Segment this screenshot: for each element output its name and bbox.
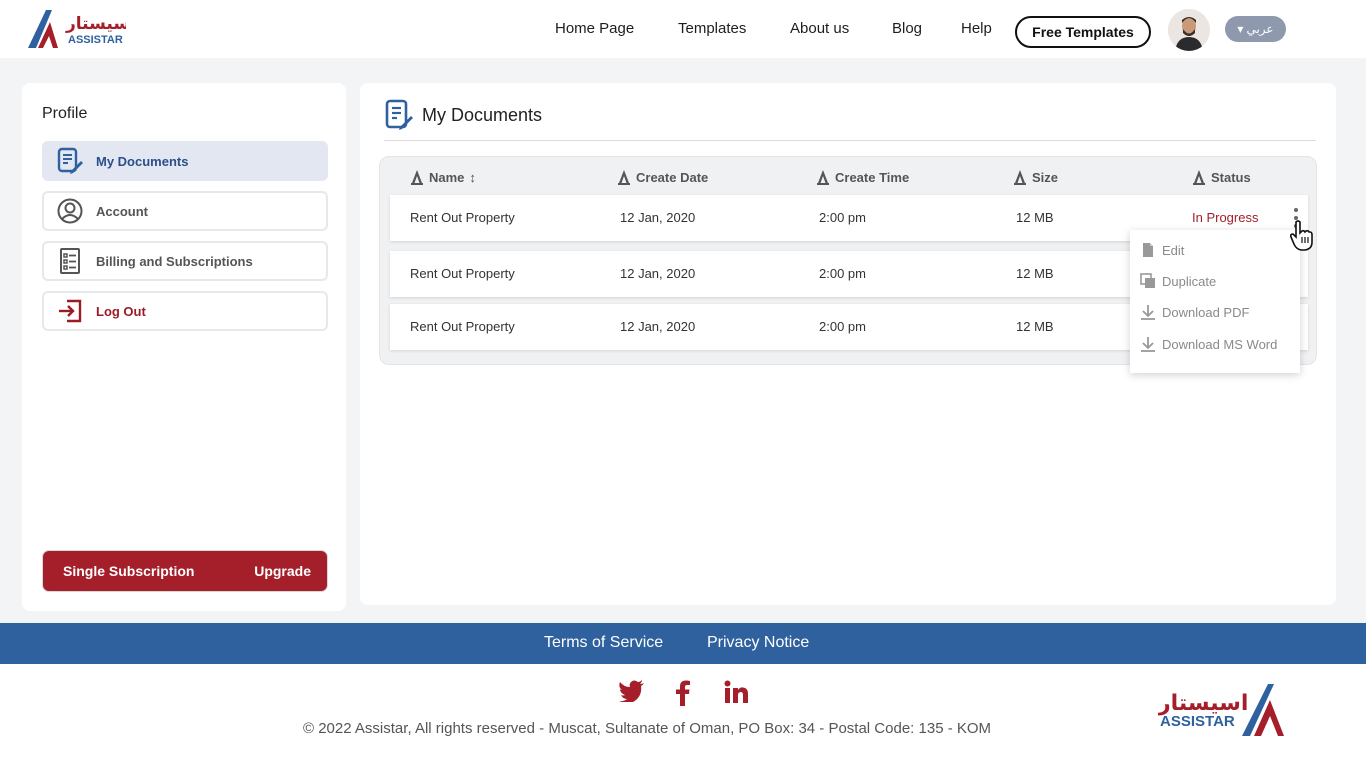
- page-title: My Documents: [384, 99, 542, 131]
- row-context-menu: Edit Duplicate Download PDF Download MS …: [1130, 230, 1300, 373]
- checklist-icon: [60, 248, 80, 274]
- menu-item-duplicate[interactable]: Duplicate: [1140, 269, 1296, 293]
- language-label: عربي: [1246, 22, 1274, 36]
- cell-date: 12 Jan, 2020: [620, 266, 696, 281]
- nav-about[interactable]: About us: [790, 20, 849, 37]
- privacy-link[interactable]: Privacy Notice: [707, 634, 809, 652]
- avatar[interactable]: [1168, 9, 1210, 51]
- sidebar-item-billing[interactable]: Billing and Subscriptions: [42, 241, 328, 281]
- cell-name: Rent Out Property: [410, 319, 515, 334]
- chevron-down-icon: ▾: [1237, 22, 1244, 36]
- column-header-status[interactable]: Status: [1192, 169, 1251, 185]
- footer-links-bar: Terms of Service Privacy Notice: [0, 623, 1366, 664]
- upgrade-button[interactable]: Upgrade: [254, 563, 311, 579]
- nav-templates[interactable]: Templates: [678, 20, 746, 37]
- download-icon: [1141, 337, 1155, 352]
- cell-time: 2:00 pm: [819, 210, 866, 225]
- sidebar-item-account[interactable]: Account: [42, 191, 328, 231]
- cell-name: Rent Out Property: [410, 210, 515, 225]
- font-icon: [411, 170, 423, 185]
- font-icon: [817, 170, 829, 185]
- document-edit-icon: [57, 147, 83, 174]
- sidebar-title: Profile: [42, 105, 88, 122]
- sidebar-item-label: Billing and Subscriptions: [96, 253, 253, 269]
- cell-date: 12 Jan, 2020: [620, 319, 696, 334]
- twitter-icon[interactable]: [619, 680, 645, 702]
- language-toggle[interactable]: ▾ عربي: [1225, 16, 1286, 42]
- assistar-logo[interactable]: اسيستار ASSISTAR: [1158, 680, 1286, 740]
- page-title-text: My Documents: [422, 104, 543, 125]
- hand-cursor-icon: [1289, 220, 1313, 251]
- menu-item-download-pdf[interactable]: Download PDF: [1140, 300, 1296, 324]
- edit-file-icon: [1143, 243, 1153, 257]
- free-templates-button[interactable]: Free Templates: [1015, 16, 1151, 48]
- profile-sidebar: Profile My Documents Account Billing and…: [22, 83, 346, 611]
- duplicate-icon: [1140, 273, 1155, 288]
- top-header: اسيستار ASSISTAR Home Page Templates Abo…: [0, 0, 1366, 58]
- svg-text:ASSISTAR: ASSISTAR: [68, 34, 123, 46]
- column-header-size[interactable]: Size: [1013, 169, 1058, 185]
- sidebar-item-label: Account: [96, 203, 148, 219]
- menu-item-edit[interactable]: Edit: [1140, 238, 1296, 262]
- linkedin-icon[interactable]: [724, 680, 748, 704]
- menu-item-download-word[interactable]: Download MS Word: [1140, 332, 1296, 356]
- cell-size: 12 MB: [1016, 210, 1054, 225]
- divider: [384, 140, 1316, 141]
- nav-help[interactable]: Help: [961, 20, 992, 37]
- cell-size: 12 MB: [1016, 266, 1054, 281]
- assistar-logo[interactable]: اسيستار ASSISTAR: [26, 8, 126, 50]
- sidebar-item-logout[interactable]: Log Out: [42, 291, 328, 331]
- cell-date: 12 Jan, 2020: [620, 210, 696, 225]
- logout-icon: [59, 299, 82, 323]
- subscription-bar: Single Subscription Upgrade: [43, 551, 327, 591]
- cell-size: 12 MB: [1016, 319, 1054, 334]
- footer: © 2022 Assistar, All rights reserved - M…: [0, 664, 1366, 759]
- column-header-create-time[interactable]: Create Time: [816, 169, 909, 185]
- document-edit-icon: [385, 99, 413, 130]
- svg-text:اسيستار: اسيستار: [65, 14, 126, 34]
- nav-home[interactable]: Home Page: [555, 20, 634, 37]
- column-header-name[interactable]: Name ↕: [410, 169, 476, 185]
- user-circle-icon: [57, 198, 83, 224]
- cell-time: 2:00 pm: [819, 319, 866, 334]
- font-icon: [1014, 170, 1026, 185]
- font-icon: [1193, 170, 1205, 185]
- svg-text:ASSISTAR: ASSISTAR: [1160, 713, 1235, 730]
- font-icon: [618, 170, 630, 185]
- sidebar-item-label: Log Out: [96, 303, 146, 319]
- subscription-plan: Single Subscription: [63, 563, 195, 579]
- terms-link[interactable]: Terms of Service: [544, 634, 663, 652]
- facebook-icon[interactable]: [676, 680, 690, 706]
- nav-blog[interactable]: Blog: [892, 20, 922, 37]
- status-badge: In Progress: [1192, 210, 1259, 225]
- column-header-create-date[interactable]: Create Date: [617, 169, 708, 185]
- cell-name: Rent Out Property: [410, 266, 515, 281]
- sidebar-item-label: My Documents: [96, 153, 189, 169]
- sidebar-item-my-documents[interactable]: My Documents: [42, 141, 328, 181]
- download-icon: [1141, 305, 1155, 320]
- sort-icon[interactable]: ↕: [469, 170, 476, 185]
- copyright-text: © 2022 Assistar, All rights reserved - M…: [303, 720, 992, 737]
- cell-time: 2:00 pm: [819, 266, 866, 281]
